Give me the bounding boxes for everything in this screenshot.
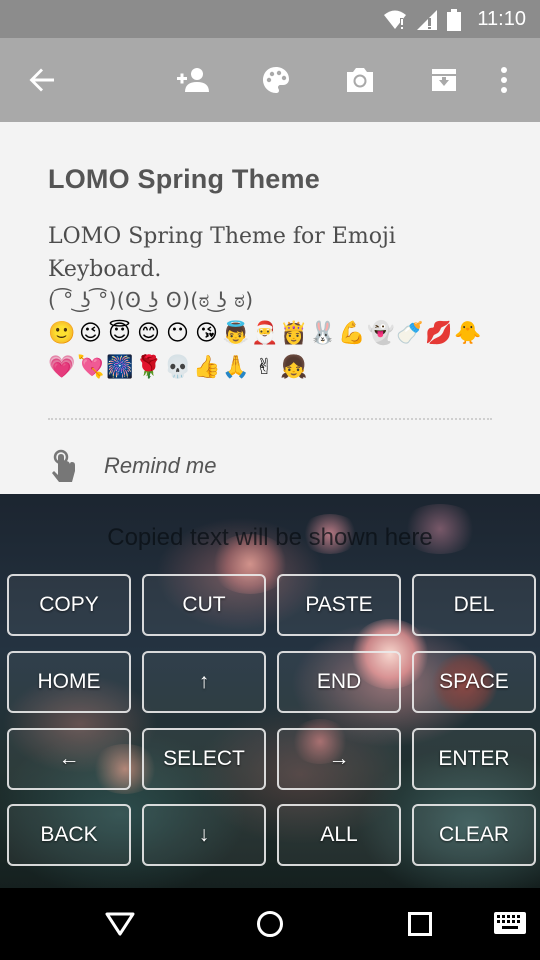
back-triangle-icon[interactable] xyxy=(98,902,142,946)
emoji: 💗 xyxy=(48,355,76,380)
home-key[interactable]: HOME xyxy=(7,651,131,713)
emoji-row: 💗 💘 🎆 🌹 💀 👍 🙏 ✌ 👧 xyxy=(48,354,307,384)
del-key[interactable]: DEL xyxy=(412,574,536,636)
select-key[interactable]: SELECT xyxy=(142,728,266,790)
emoji: 😘 xyxy=(195,321,218,346)
enter-key[interactable]: ENTER xyxy=(412,728,536,790)
emoji: 🌹 xyxy=(135,355,163,380)
note-body[interactable]: LOMO Spring Theme for Emoji Keyboard. xyxy=(48,220,508,286)
all-key[interactable]: ALL xyxy=(277,804,401,866)
note-title[interactable]: LOMO Spring Theme xyxy=(48,164,320,195)
end-key[interactable]: END xyxy=(277,651,401,713)
up-arrow-key[interactable]: ↑ xyxy=(142,651,266,713)
back-key[interactable]: BACK xyxy=(7,804,131,866)
emoji: 👍 xyxy=(193,355,221,380)
palette-icon[interactable] xyxy=(256,60,296,100)
emoji: 😶 xyxy=(166,321,189,346)
camera-icon[interactable] xyxy=(340,60,380,100)
wifi-icon xyxy=(384,10,407,29)
space-key[interactable]: SPACE xyxy=(412,651,536,713)
emoji: 💘 xyxy=(77,355,105,380)
clipboard-keyboard: Copied text will be shown here COPY CUT … xyxy=(0,494,540,888)
note-content: LOMO Spring Theme LOMO Spring Theme for … xyxy=(0,122,540,494)
emoji: 🙂 xyxy=(48,321,76,346)
home-circle-icon[interactable] xyxy=(248,902,292,946)
archive-icon[interactable] xyxy=(424,60,464,100)
status-time: 11:10 xyxy=(477,8,526,30)
add-person-icon[interactable] xyxy=(172,60,212,100)
down-arrow-key[interactable]: ↓ xyxy=(142,804,266,866)
emoji: 🎅 xyxy=(251,321,279,346)
navigation-bar xyxy=(0,888,540,960)
emoji: 💪 xyxy=(338,321,366,346)
emoji: 😉 xyxy=(79,321,102,346)
emoji: 👼 xyxy=(222,321,250,346)
copy-key[interactable]: COPY xyxy=(7,574,131,636)
emoji: ✌ xyxy=(255,355,274,380)
emoji: 💋 xyxy=(425,321,453,346)
toolbar xyxy=(0,38,540,122)
signal-icon xyxy=(417,9,438,30)
battery-icon xyxy=(447,8,462,31)
emoji: 🍼 xyxy=(396,321,424,346)
emoji: 😇 xyxy=(108,321,131,346)
emoji: 👸 xyxy=(280,321,308,346)
left-arrow-key[interactable]: ← xyxy=(7,728,131,790)
emoji: 🎆 xyxy=(106,355,134,380)
clear-key[interactable]: CLEAR xyxy=(412,804,536,866)
cut-key[interactable]: CUT xyxy=(142,574,266,636)
divider xyxy=(48,418,492,420)
emoji: 🐥 xyxy=(454,321,482,346)
remind-me-label: Remind me xyxy=(104,453,217,478)
emoji: 😊 xyxy=(137,321,160,346)
more-vert-icon[interactable] xyxy=(484,60,524,100)
paste-key[interactable]: PASTE xyxy=(277,574,401,636)
recents-square-icon[interactable] xyxy=(398,902,442,946)
emoji: 💀 xyxy=(164,355,192,380)
note-kaomoji: ( ͡° ͜ʖ ͡°)(ʘ ͜ʖ ʘ)(ಠ ͜ʖ ಠ) xyxy=(48,288,254,312)
remind-me-button[interactable]: Remind me xyxy=(48,444,216,488)
status-bar: 11:10 xyxy=(0,0,540,38)
touch-icon xyxy=(52,449,75,482)
emoji: 👧 xyxy=(280,355,308,380)
emoji: 👻 xyxy=(367,321,395,346)
emoji: 🙏 xyxy=(222,355,250,380)
keyboard-icon[interactable] xyxy=(488,902,532,946)
right-arrow-key[interactable]: → xyxy=(277,728,401,790)
back-arrow-icon[interactable] xyxy=(22,60,62,100)
emoji: 🐰 xyxy=(309,321,337,346)
status-icons: 11:10 xyxy=(383,8,526,31)
clipboard-placeholder: Copied text will be shown here xyxy=(107,524,433,551)
emoji-row: 🙂 😉 😇 😊 😶 😘 👼 🎅 👸 🐰 💪 👻 🍼 💋 🐥 xyxy=(48,320,481,350)
